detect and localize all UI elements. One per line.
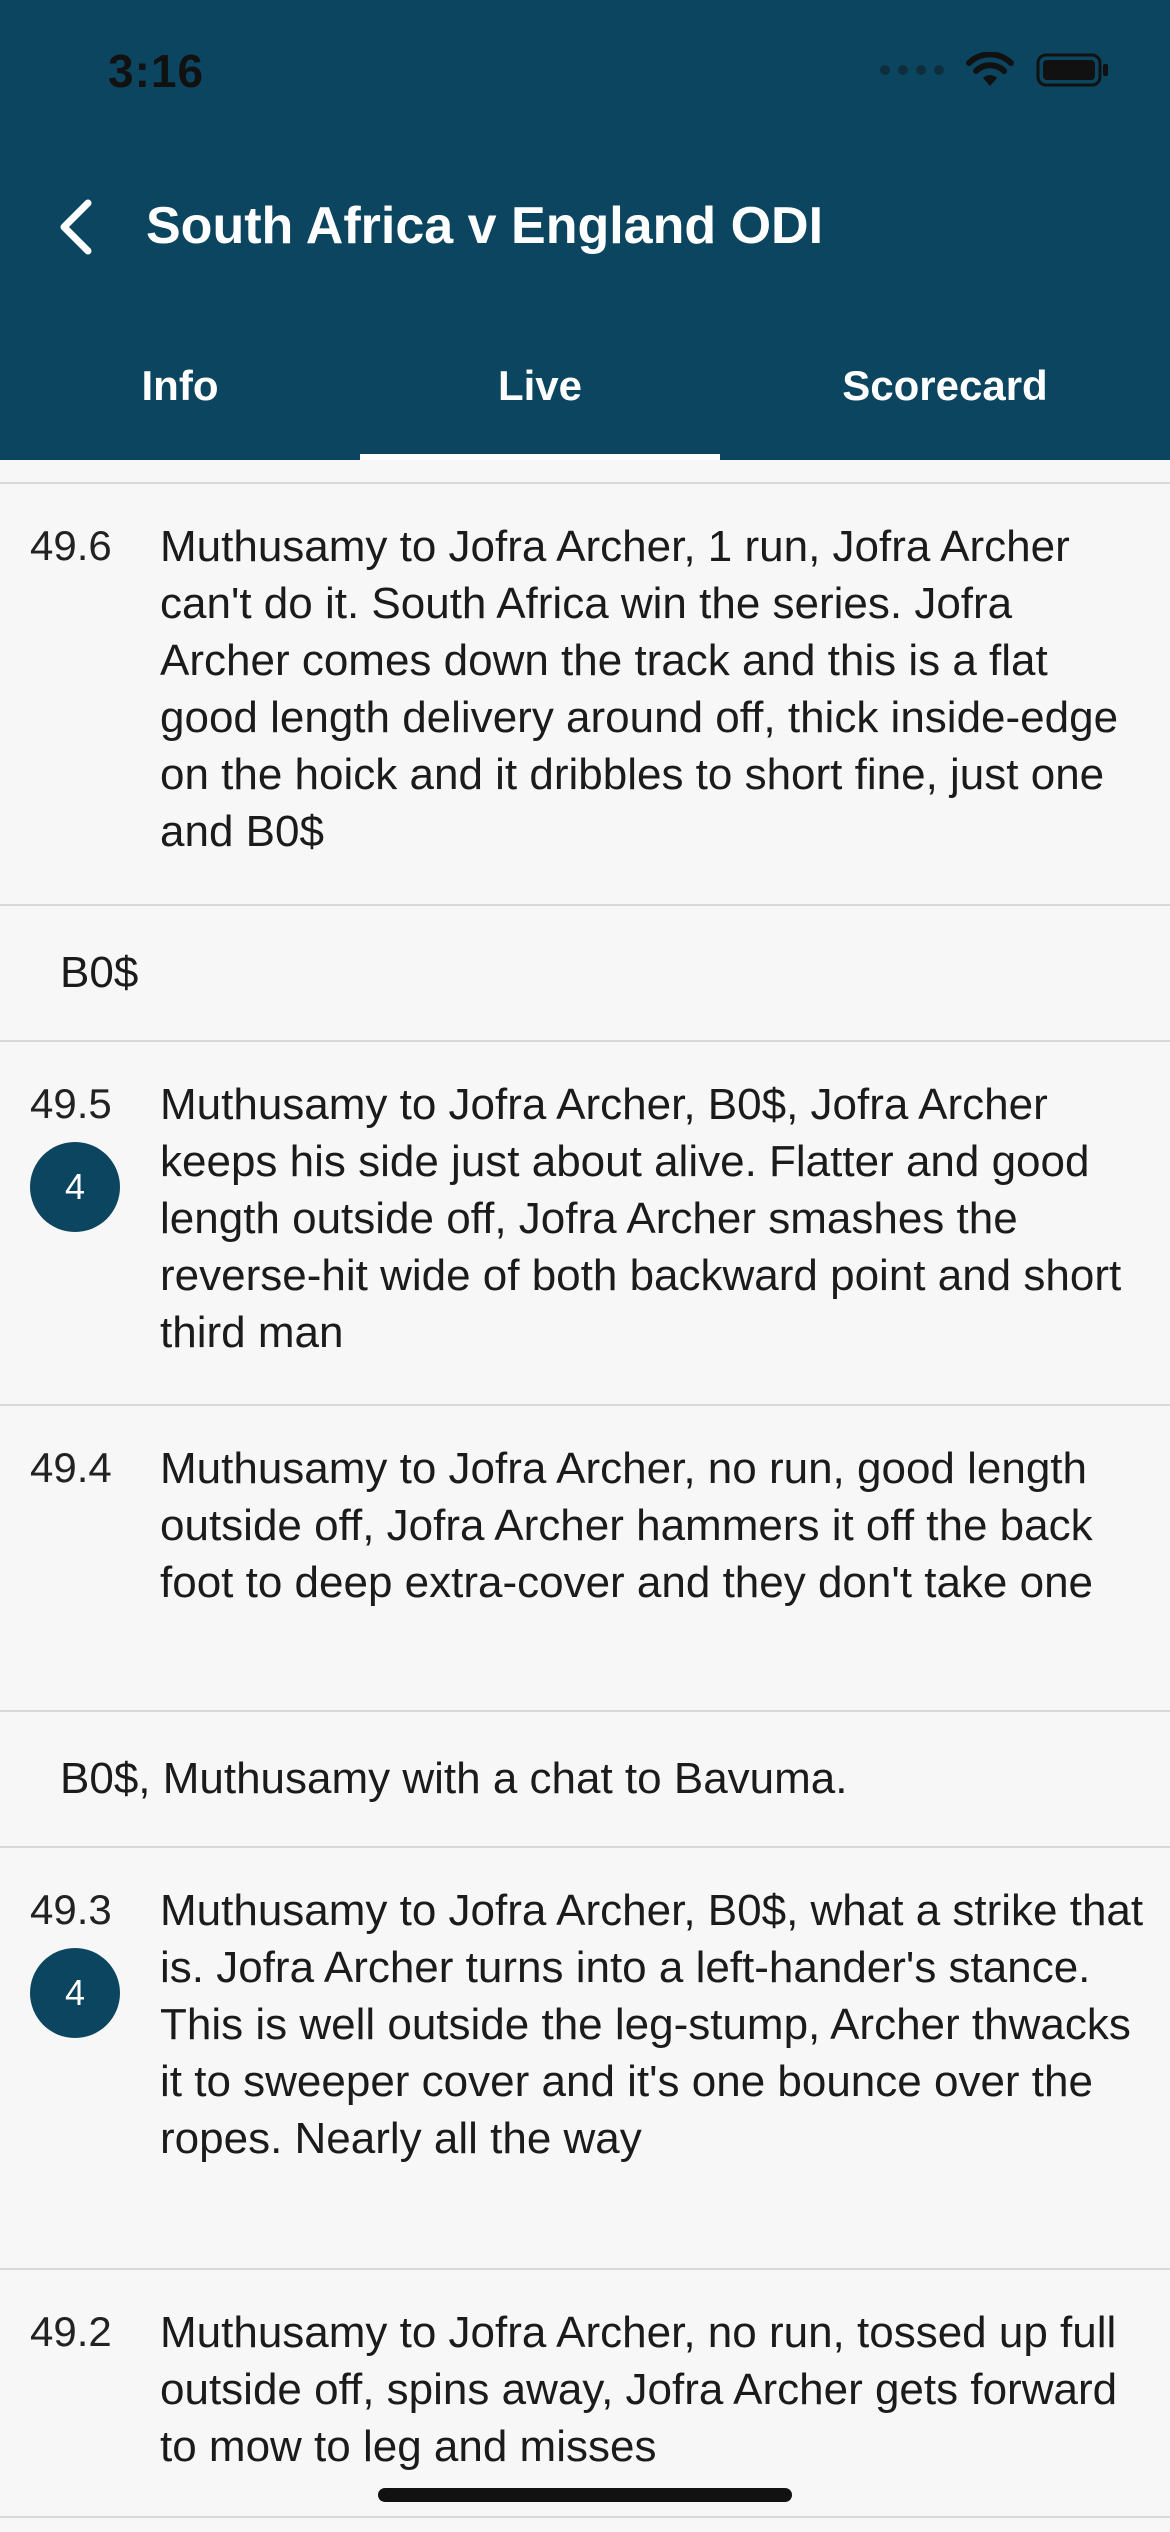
commentary-text: Muthusamy to Jofra Archer, no run, good … bbox=[160, 1444, 1094, 1607]
commentary-feed[interactable]: 49.6 Muthusamy to Jofra Archer, 1 run, J… bbox=[0, 482, 1170, 2518]
home-indicator[interactable] bbox=[378, 2488, 792, 2502]
over-number: 49.3 bbox=[30, 1886, 112, 1933]
over-number: 49.5 bbox=[30, 1080, 112, 1127]
signal-icon bbox=[880, 65, 944, 75]
commentary-text: Muthusamy to Jofra Archer, B0$, Jofra Ar… bbox=[160, 1080, 1122, 1357]
app-header: 3:16 South Africa v England ODI Info Liv… bbox=[0, 0, 1170, 460]
battery-icon bbox=[1036, 53, 1108, 87]
status-time: 3:16 bbox=[108, 45, 205, 97]
note-text: B0$, Muthusamy with a chat to Bavuma. bbox=[60, 1754, 848, 1803]
divider bbox=[0, 2516, 1170, 2518]
chevron-left-icon bbox=[60, 199, 92, 255]
page-title: South Africa v England ODI bbox=[146, 197, 824, 255]
ball-item: 49.5 4 Muthusamy to Jofra Archer, B0$, J… bbox=[0, 1042, 1170, 1404]
commentary-text: Muthusamy to Jofra Archer, 1 run, Jofra … bbox=[160, 522, 1119, 856]
ball-item: 49.4 Muthusamy to Jofra Archer, no run, … bbox=[0, 1406, 1170, 1710]
tab-info-label: Info bbox=[141, 362, 219, 409]
ball-item: 49.3 4 Muthusamy to Jofra Archer, B0$, w… bbox=[0, 1848, 1170, 2268]
boundary-badge: 4 bbox=[30, 1948, 120, 2038]
tab-bar: Info Live Scorecard bbox=[0, 342, 1170, 460]
tab-live[interactable]: Live bbox=[360, 342, 720, 460]
commentary-note: B0$, Muthusamy with a chat to Bavuma. bbox=[0, 1712, 1170, 1846]
status-icons bbox=[880, 52, 1110, 88]
boundary-badge: 4 bbox=[30, 1142, 120, 1232]
ball-item: 49.6 Muthusamy to Jofra Archer, 1 run, J… bbox=[0, 484, 1170, 904]
tab-live-label: Live bbox=[497, 362, 583, 409]
commentary-note: B0$ bbox=[0, 906, 1170, 1040]
wifi-icon bbox=[966, 52, 1014, 86]
commentary-text: Muthusamy to Jofra Archer, no run, tosse… bbox=[160, 2308, 1118, 2471]
ball-item: 49.2 Muthusamy to Jofra Archer, no run, … bbox=[0, 2270, 1170, 2516]
over-number: 49.6 bbox=[30, 522, 112, 569]
over-number: 49.2 bbox=[30, 2308, 112, 2355]
note-text: B0$ bbox=[60, 948, 139, 997]
tab-scorecard-label: Scorecard bbox=[842, 362, 1048, 409]
commentary-text: Muthusamy to Jofra Archer, B0$, what a s… bbox=[160, 1886, 1144, 2163]
over-number: 49.4 bbox=[30, 1444, 112, 1491]
back-button[interactable] bbox=[46, 190, 106, 264]
tab-scorecard[interactable]: Scorecard bbox=[720, 342, 1170, 460]
tab-info[interactable]: Info bbox=[0, 342, 360, 460]
